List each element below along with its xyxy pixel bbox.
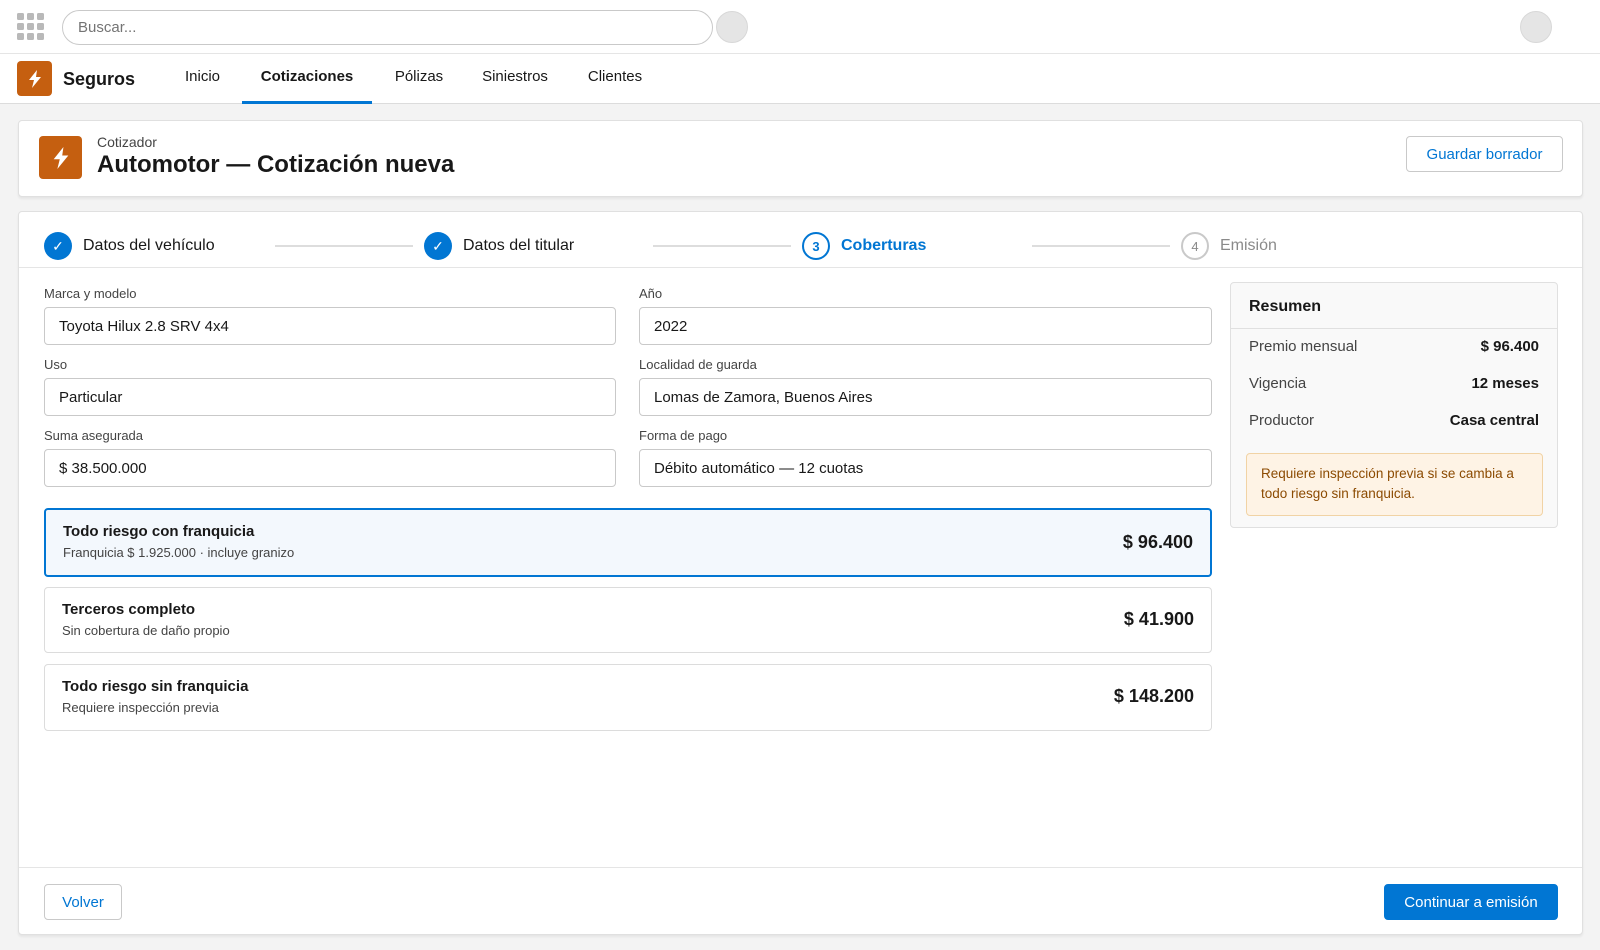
summary-panel: Resumen Premio mensual $ 96.400 Vigencia… — [1230, 282, 1558, 528]
coverage-option-all-risk-no-deductible[interactable]: Todo riesgo sin franquicia Requiere insp… — [44, 664, 1212, 731]
app-navigation: Seguros Inicio Cotizaciones Pólizas Sini… — [0, 54, 1600, 104]
summary-row-producer: Productor Casa central — [1249, 412, 1539, 429]
step-vehicle[interactable]: ✓ Datos del vehículo — [44, 232, 215, 260]
summary-value: $ 96.400 — [1480, 338, 1539, 355]
search-input[interactable] — [62, 10, 713, 45]
step-number: 4 — [1181, 232, 1209, 260]
sum-insured-label: Suma asegurada — [44, 428, 144, 443]
summary-row-premium: Premio mensual $ 96.400 — [1249, 338, 1539, 355]
step-label: Datos del vehículo — [83, 237, 215, 254]
bolt-icon — [39, 136, 82, 179]
step-connector — [275, 245, 413, 247]
tab-inicio[interactable]: Inicio — [176, 54, 229, 104]
tab-cotizaciones[interactable]: Cotizaciones — [242, 54, 372, 104]
step-connector — [1032, 245, 1170, 247]
check-icon: ✓ — [44, 232, 72, 260]
save-draft-button[interactable]: Guardar borrador — [1406, 136, 1563, 172]
page-eyebrow: Cotizador — [97, 134, 157, 150]
tab-label: Cotizaciones — [260, 68, 354, 85]
divider — [1231, 328, 1557, 329]
coverage-title: Terceros completo — [62, 601, 196, 618]
coverage-title: Todo riesgo con franquicia — [63, 523, 255, 540]
tab-clientes[interactable]: Clientes — [580, 54, 650, 104]
step-label: Coberturas — [841, 237, 927, 254]
bolt-icon — [17, 61, 52, 96]
coverage-subtitle: Requiere inspección previa — [62, 700, 219, 715]
step-label: Datos del titular — [463, 237, 575, 254]
tab-label: Pólizas — [394, 68, 444, 85]
summary-value: 12 meses — [1471, 375, 1539, 392]
summary-key: Premio mensual — [1249, 338, 1358, 355]
progress-stepper: ✓ Datos del vehículo ✓ Datos del titular… — [19, 212, 1582, 268]
tab-label: Siniestros — [482, 68, 548, 85]
inspection-warning: Requiere inspección previa si se cambia … — [1246, 453, 1543, 516]
location-label: Localidad de guarda — [639, 357, 757, 372]
payment-field[interactable] — [639, 449, 1212, 487]
step-holder[interactable]: ✓ Datos del titular — [424, 232, 574, 260]
app-name: Seguros — [63, 69, 136, 89]
use-label: Uso — [44, 357, 68, 372]
app-launcher-icon[interactable] — [17, 13, 44, 40]
wizard-footer: Volver Continuar a emisión — [19, 867, 1582, 935]
page-title: Automotor — Cotización nueva — [97, 151, 455, 178]
step-label: Emisión — [1220, 237, 1277, 254]
summary-title: Resumen — [1249, 298, 1322, 315]
step-number: 3 — [802, 232, 830, 260]
summary-value: Casa central — [1449, 412, 1539, 429]
use-field[interactable] — [44, 378, 616, 416]
summary-row-term: Vigencia 12 meses — [1249, 375, 1539, 392]
location-field[interactable] — [639, 378, 1212, 416]
back-button[interactable]: Volver — [44, 884, 122, 920]
continue-button[interactable]: Continuar a emisión — [1384, 884, 1558, 920]
coverage-price: $ 148.200 — [1113, 686, 1194, 706]
year-field[interactable] — [639, 307, 1212, 345]
coverage-title: Todo riesgo sin franquicia — [62, 678, 249, 695]
coverage-price: $ 41.900 — [1123, 609, 1194, 629]
coverage-option-all-risk-deductible[interactable]: Todo riesgo con franquicia Franquicia $ … — [44, 508, 1212, 577]
brand-model-label: Marca y modelo — [44, 286, 137, 301]
step-coverages[interactable]: 3 Coberturas — [802, 232, 926, 260]
step-issuance[interactable]: 4 Emisión — [1181, 232, 1277, 260]
tab-label: Clientes — [587, 68, 643, 85]
sum-insured-field[interactable] — [44, 449, 616, 487]
year-label: Año — [639, 286, 663, 301]
page-header: Cotizador Automotor — Cotización nueva G… — [18, 120, 1583, 197]
tab-polizas[interactable]: Pólizas — [386, 54, 452, 104]
tab-siniestros[interactable]: Siniestros — [474, 54, 556, 104]
coverage-option-third-party[interactable]: Terceros completo Sin cobertura de daño … — [44, 587, 1212, 653]
payment-label: Forma de pago — [639, 428, 728, 443]
coverage-price: $ 96.400 — [1122, 532, 1193, 552]
check-icon: ✓ — [424, 232, 452, 260]
tab-label: Inicio — [184, 68, 221, 85]
summary-key: Vigencia — [1249, 375, 1307, 392]
help-icon[interactable] — [716, 11, 748, 43]
coverage-subtitle: Sin cobertura de daño propio — [62, 623, 230, 638]
user-avatar[interactable] — [1520, 11, 1552, 43]
quote-wizard: ✓ Datos del vehículo ✓ Datos del titular… — [18, 211, 1583, 935]
summary-key: Productor — [1249, 412, 1315, 429]
brand-model-field[interactable] — [44, 307, 616, 345]
coverage-subtitle: Franquicia $ 1.925.000 · incluye granizo — [63, 545, 295, 560]
global-header — [0, 0, 1600, 54]
step-connector — [653, 245, 791, 247]
